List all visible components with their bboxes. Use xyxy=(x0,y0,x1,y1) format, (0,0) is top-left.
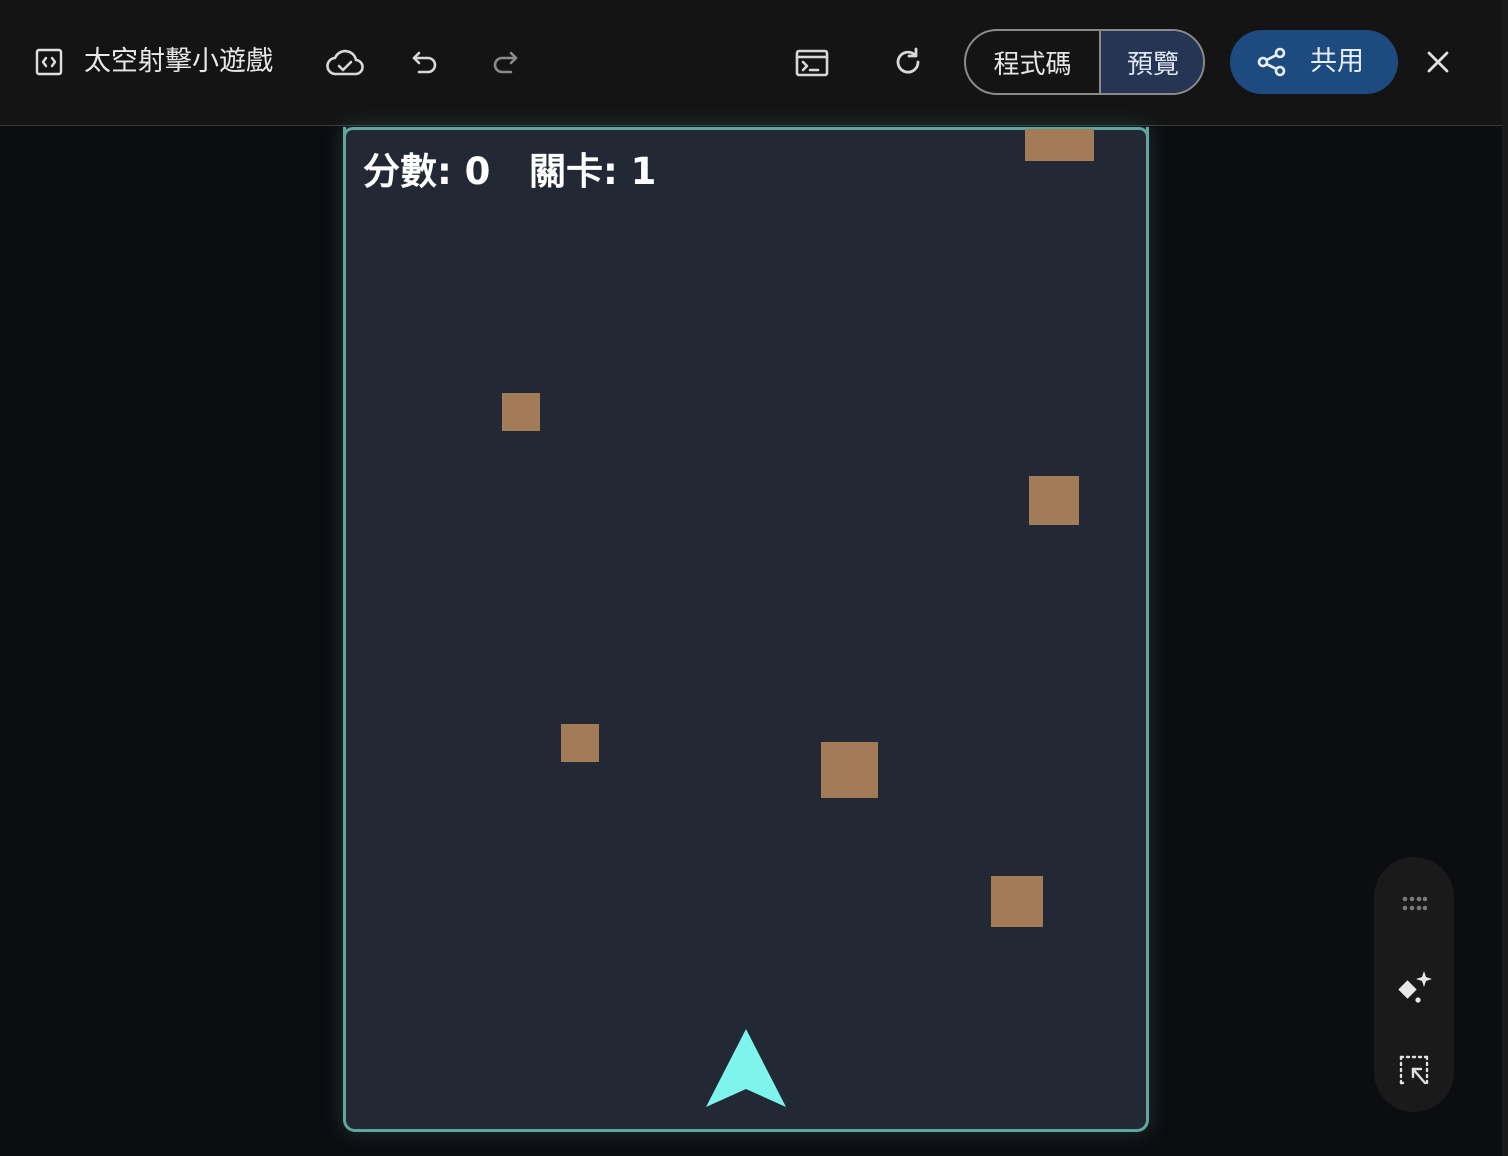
share-label: 共用 xyxy=(1310,46,1364,77)
enemy-block xyxy=(991,876,1043,927)
drag-handle-icon[interactable] xyxy=(1398,890,1430,918)
view-toggle: 程式碼 預覽 xyxy=(964,29,1205,95)
level-display: 關卡: 1 xyxy=(529,150,657,193)
enemy-block xyxy=(502,393,540,431)
app-title: 太空射擊小遊戲 xyxy=(84,46,273,77)
enemy-block xyxy=(1029,476,1079,525)
game-canvas[interactable] xyxy=(343,127,1149,1132)
window-edge xyxy=(1502,0,1508,1156)
undo-icon[interactable] xyxy=(408,46,442,80)
close-icon[interactable] xyxy=(1422,46,1454,78)
score-display: 分數: 0 xyxy=(363,150,491,193)
player-ship-icon xyxy=(704,1027,788,1111)
terminal-icon[interactable] xyxy=(792,45,832,81)
enemy-block xyxy=(561,724,599,762)
redo-icon[interactable] xyxy=(488,46,522,80)
magic-edit-icon[interactable] xyxy=(1394,968,1434,1008)
tab-code[interactable]: 程式碼 xyxy=(966,31,1101,93)
enemy-block xyxy=(1025,129,1094,161)
cloud-check-icon[interactable] xyxy=(324,46,366,80)
enemy-block xyxy=(821,742,878,798)
share-button[interactable]: 共用 xyxy=(1230,30,1398,94)
code-frame-icon xyxy=(32,45,66,79)
tab-preview[interactable]: 預覽 xyxy=(1101,31,1203,93)
select-element-icon[interactable] xyxy=(1396,1052,1432,1088)
refresh-icon[interactable] xyxy=(890,44,926,80)
share-icon xyxy=(1254,44,1290,80)
